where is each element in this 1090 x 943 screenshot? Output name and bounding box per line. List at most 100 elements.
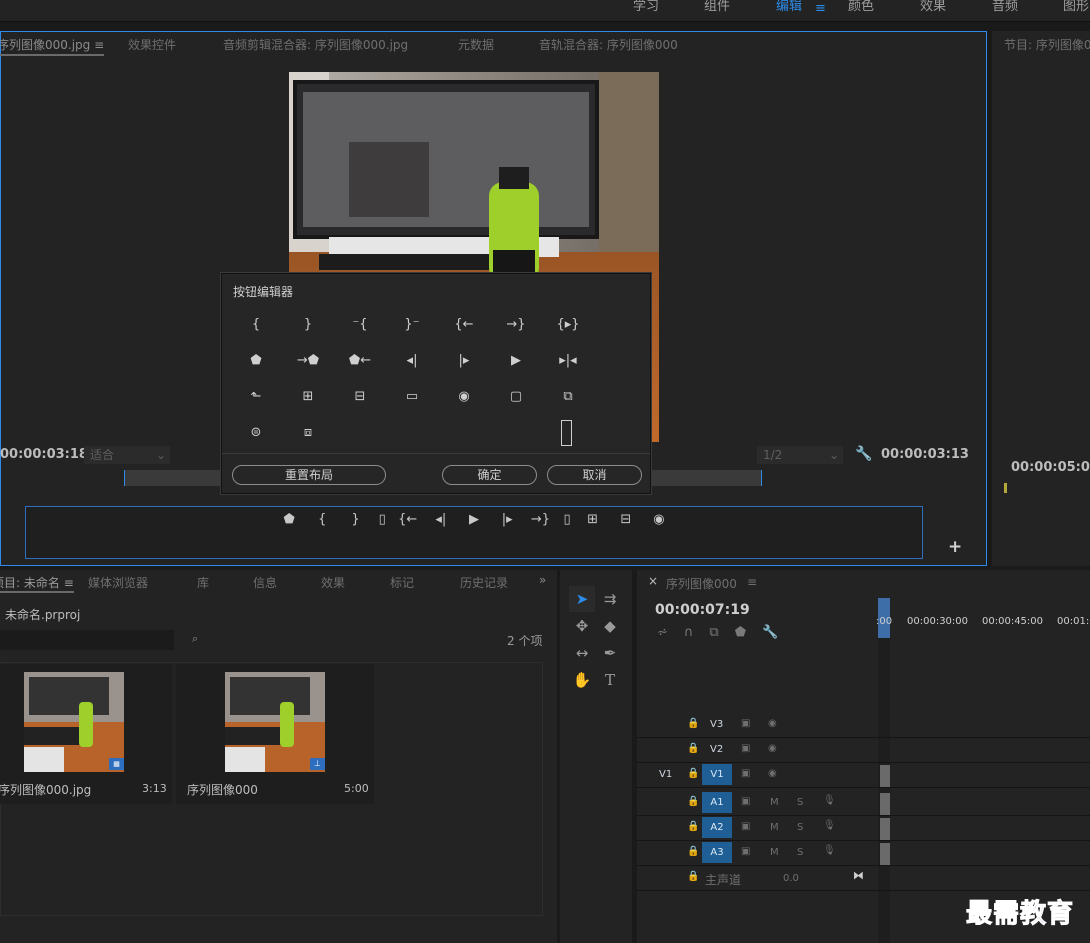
track-a2[interactable]: 🔒 A2 ▣ M S 🎙 (637, 816, 1090, 841)
sync-lock-icon[interactable]: ▣ (741, 743, 750, 754)
out-point-marker[interactable] (761, 470, 762, 486)
sync-lock-icon[interactable]: ▣ (741, 821, 750, 832)
solo-button[interactable]: S (797, 822, 803, 833)
lock-icon[interactable]: 🔒 (687, 743, 699, 754)
mute-button[interactable]: M (770, 847, 779, 858)
go-to-end-icon[interactable]: ⧓ (853, 869, 864, 882)
ripple-edit-tool-icon[interactable]: ✥ (569, 613, 595, 639)
fit-dropdown[interactable]: 适合 ⌄ (84, 446, 170, 464)
tab-info[interactable]: 信息 (253, 574, 277, 591)
play-icon[interactable]: ▶ (464, 511, 484, 529)
tab-library[interactable]: 库 (197, 574, 209, 591)
search-input[interactable] (0, 630, 174, 650)
microphone-icon[interactable]: 🎙 (823, 820, 836, 831)
pen-tool-icon[interactable]: ✒ (597, 640, 623, 666)
go-to-prev-marker-icon[interactable]: ⬟← (345, 350, 375, 372)
go-to-out-icon[interactable]: →} (530, 511, 550, 529)
insert-icon[interactable]: ⊞ (293, 386, 323, 408)
find-icon[interactable]: ⌕ (192, 632, 198, 646)
export-frame-icon[interactable]: ◉ (649, 511, 669, 529)
overwrite-icon[interactable]: ⊟ (345, 386, 375, 408)
clear-in-icon[interactable]: ⁻{ (345, 314, 375, 336)
mark-in-icon[interactable]: { (241, 314, 271, 336)
source-patch-label[interactable]: V1 (659, 769, 672, 780)
comment-icon[interactable]: ▢ (501, 386, 531, 408)
step-back-icon[interactable]: ◂| (397, 350, 427, 372)
tab-program[interactable]: 节目: 序列图像000 (1004, 36, 1090, 53)
program-playhead[interactable] (1004, 483, 1007, 493)
wrench-icon[interactable]: 🔧 (855, 446, 872, 462)
go-to-in-icon[interactable]: {← (449, 314, 479, 336)
mute-button[interactable]: M (770, 797, 779, 808)
tab-audio-track-mixer[interactable]: 音轨混合器: 序列图像000 (539, 36, 678, 56)
lock-icon[interactable]: 🔒 (687, 846, 699, 857)
resolution-dropdown[interactable]: 1/2 ⌄ (757, 446, 843, 464)
ok-button[interactable]: 确定 (442, 465, 537, 485)
track-target-a3[interactable]: A3 (702, 842, 732, 863)
go-to-in-icon[interactable]: {← (398, 511, 418, 529)
overflow-chevron-icon[interactable]: » (539, 573, 546, 587)
tab-audio-clip-mixer[interactable]: 音频剪辑混合器: 序列图像000.jpg (223, 36, 408, 56)
shuttle-icon[interactable]: ▸|◂ (553, 350, 583, 372)
tab-effect-controls[interactable]: 效果控件 (128, 36, 176, 56)
sync-lock-icon[interactable]: ▣ (741, 718, 750, 729)
lock-icon[interactable]: 🔒 (687, 821, 699, 832)
hamburger-icon[interactable]: ≡ (815, 1, 826, 16)
add-marker-icon[interactable]: ⬟ (279, 511, 299, 529)
tab-history[interactable]: 历史记录 (460, 574, 508, 591)
snap-icon[interactable]: ∩ (684, 625, 694, 640)
eye-icon[interactable]: ◉ (768, 768, 777, 779)
toggle-proxies-icon[interactable]: ⧈ (293, 422, 323, 444)
tab-metadata[interactable]: 元数据 (458, 36, 494, 56)
in-point-marker[interactable] (124, 470, 125, 486)
tab-project[interactable]: 项目: 未命名 ≡ (0, 574, 74, 593)
add-marker-icon[interactable]: ⬟ (735, 625, 746, 640)
linked-selection-icon[interactable]: ⧉ (709, 625, 718, 640)
cancel-button[interactable]: 取消 (547, 465, 642, 485)
workspace-audio[interactable]: 音频 (992, 0, 1018, 18)
tab-media-browser[interactable]: 媒体浏览器 (88, 574, 148, 591)
mark-out-icon[interactable]: } (293, 314, 323, 336)
workspace-learning[interactable]: 学习 (633, 0, 659, 18)
type-tool-icon[interactable]: T (597, 667, 623, 693)
lift-icon[interactable]: ⬑ (241, 386, 271, 408)
close-icon[interactable]: × (648, 574, 658, 588)
play-in-to-out-icon[interactable]: {▸} (553, 314, 583, 336)
track-a1[interactable]: 🔒 A1 ▣ M S 🎙 (637, 791, 1090, 816)
mark-out-icon[interactable]: } (345, 511, 365, 529)
tab-menu-icon[interactable]: ≡ (747, 575, 757, 589)
selection-tool-icon[interactable]: ➤ (569, 586, 595, 612)
add-marker-icon[interactable]: ⬟ (241, 350, 271, 372)
tab-source[interactable]: 序列图像000.jpg ≡ (0, 36, 105, 56)
tab-effects[interactable]: 效果 (321, 574, 345, 591)
go-to-next-marker-icon[interactable]: →⬟ (293, 350, 323, 372)
sync-lock-icon[interactable]: ▣ (741, 846, 750, 857)
tab-markers[interactable]: 标记 (390, 574, 414, 591)
track-select-tool-icon[interactable]: ⇉ (597, 586, 623, 612)
tab-timeline[interactable]: 序列图像000 (666, 575, 737, 592)
source-timecode-right[interactable]: 00:00:03:13 (881, 447, 969, 462)
solo-button[interactable]: S (797, 847, 803, 858)
eye-icon[interactable]: ◉ (768, 743, 777, 754)
nest-icon[interactable]: ⩫ (657, 625, 668, 640)
tab-menu-icon[interactable]: ≡ (64, 576, 74, 590)
clear-out-icon[interactable]: }⁻ (397, 314, 427, 336)
add-button[interactable]: + (948, 537, 962, 557)
play-icon[interactable]: ▶ (501, 350, 531, 372)
track-a3[interactable]: 🔒 A3 ▣ M S 🎙 (637, 841, 1090, 866)
lock-icon[interactable]: 🔒 (687, 796, 699, 807)
step-forward-icon[interactable]: |▸ (497, 511, 517, 529)
source-timecode-left[interactable]: 00:00:03:18 (0, 447, 88, 462)
tab-menu-icon[interactable]: ≡ (94, 38, 104, 52)
lock-icon[interactable]: 🔒 (687, 871, 699, 882)
time-ruler[interactable]: :00 00:00:30:00 00:00:45:00 00:01:0 (876, 598, 1090, 638)
mute-button[interactable]: M (770, 822, 779, 833)
export-frame-icon[interactable]: ◉ (449, 386, 479, 408)
razor-tool-icon[interactable]: ◆ (597, 613, 623, 639)
sync-lock-icon[interactable]: ▣ (741, 768, 750, 779)
track-target-a2[interactable]: A2 (702, 817, 732, 838)
track-v3[interactable]: 🔒 V3 ▣ ◉ (637, 713, 1090, 738)
step-forward-icon[interactable]: |▸ (449, 350, 479, 372)
track-v1[interactable]: V1 🔒 V1 ▣ ◉ (637, 763, 1090, 788)
track-target-a1[interactable]: A1 (702, 792, 732, 813)
